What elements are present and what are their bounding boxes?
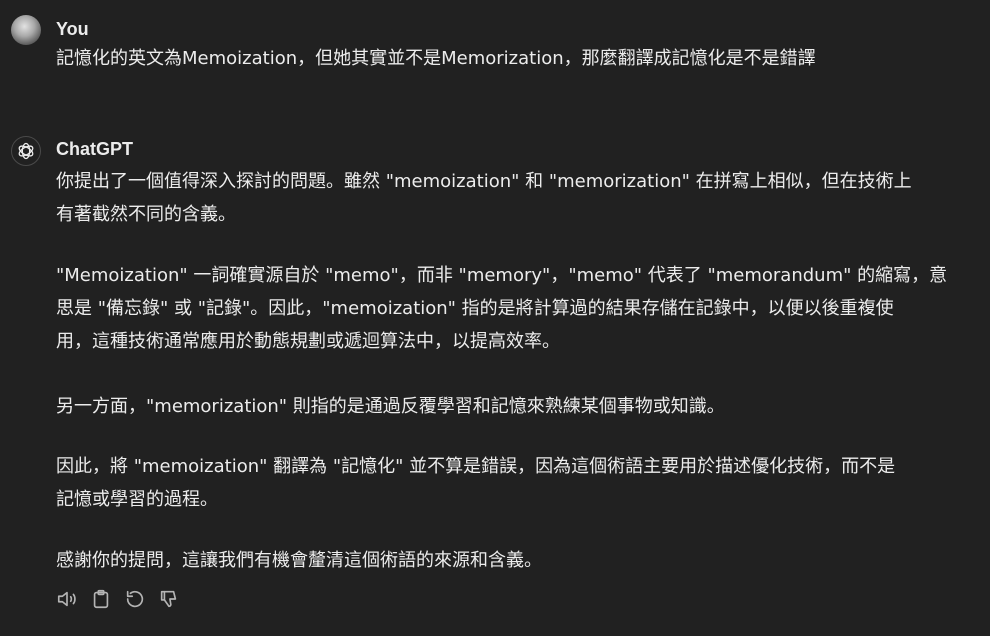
paragraph-line: 有著截然不同的含義。	[56, 204, 236, 225]
chatgpt-avatar	[11, 136, 41, 166]
assistant-paragraph: "Memoization" 一詞確實源自於 "memo"，而非 "memory"…	[56, 259, 947, 358]
clipboard-icon	[93, 589, 109, 609]
user-avatar	[11, 15, 41, 45]
paragraph-line: 感謝你的提問，這讓我們有機會釐清這個術語的來源和含義。	[56, 550, 542, 571]
assistant-paragraph: 你提出了一個值得深入探討的問題。雖然 "memoization" 和 "memo…	[56, 165, 912, 231]
paragraph-line: "Memoization" 一詞確實源自於 "memo"，而非 "memory"…	[56, 265, 948, 286]
assistant-paragraph: 因此，將 "memoization" 翻譯為 "記憶化" 並不算是錯誤，因為這個…	[56, 450, 895, 516]
regenerate-button[interactable]	[124, 588, 146, 610]
read-aloud-button[interactable]	[56, 588, 78, 610]
paragraph-line: 用，這種技術通常應用於動態規劃或遞迴算法中，以提高效率。	[56, 331, 560, 352]
paragraph-line: 另一方面，"memorization" 則指的是通過反覆學習和記憶來熟練某個事物…	[56, 396, 725, 417]
user-author-name: You	[56, 19, 89, 39]
message-actions	[56, 588, 180, 610]
regenerate-icon	[126, 590, 144, 608]
openai-logo-icon	[18, 142, 34, 160]
user-message-text: 記憶化的英文為Memoization，但她其實並不是Memorization，那…	[56, 45, 966, 73]
assistant-paragraph: 另一方面，"memorization" 則指的是通過反覆學習和記憶來熟練某個事物…	[56, 390, 725, 423]
thumbs-down-icon	[160, 590, 177, 608]
paragraph-line: 因此，將 "memoization" 翻譯為 "記憶化" 並不算是錯誤，因為這個…	[56, 456, 896, 477]
paragraph-line: 記憶或學習的過程。	[56, 489, 218, 510]
bad-response-button[interactable]	[158, 588, 180, 610]
speaker-icon	[57, 591, 76, 607]
copy-button[interactable]	[90, 588, 112, 610]
paragraph-line: 你提出了一個值得深入探討的問題。雖然 "memoization" 和 "memo…	[56, 171, 912, 192]
assistant-paragraph: 感謝你的提問，這讓我們有機會釐清這個術語的來源和含義。	[56, 544, 542, 577]
user-message-line: 記憶化的英文為Memoization，但她其實並不是Memorization，那…	[56, 48, 816, 69]
assistant-author-name: ChatGPT	[56, 139, 134, 159]
paragraph-line: 思是 "備忘錄" 或 "記錄"。因此，"memoization" 指的是將計算過…	[56, 298, 894, 319]
